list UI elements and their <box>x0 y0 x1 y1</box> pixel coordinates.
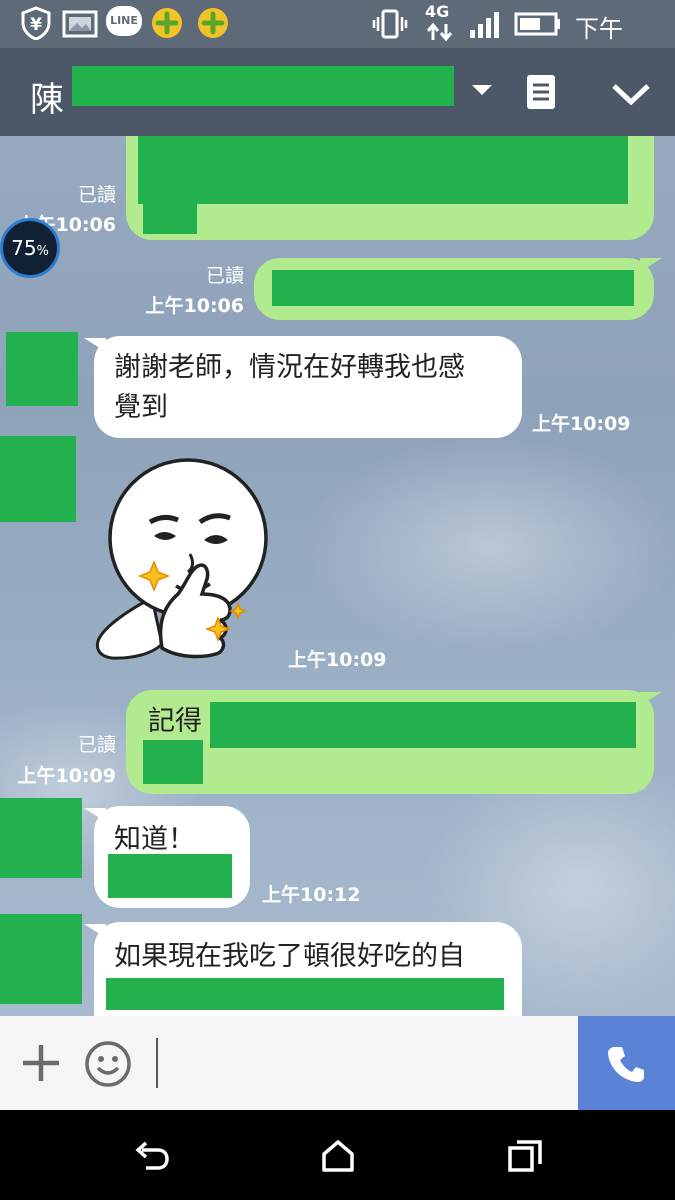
chevron-down-icon[interactable] <box>610 80 652 108</box>
battery-percent-widget[interactable]: 75% <box>0 218 60 278</box>
home-icon[interactable] <box>320 1138 356 1174</box>
line-app-icon: LINE <box>106 6 142 36</box>
redacted-message-text <box>272 270 634 306</box>
redacted-message-text <box>108 854 232 898</box>
battery-widget-value: 75 <box>11 236 37 260</box>
battery-icon <box>514 12 560 36</box>
image-icon <box>62 10 98 38</box>
bubble-tail <box>640 258 662 272</box>
message-time: 上午10:09 <box>288 649 387 671</box>
data-arrows-icon <box>426 22 453 42</box>
sticker-thumbs-up-face[interactable] <box>92 458 274 666</box>
cloud-decoration <box>300 436 675 656</box>
chat-area[interactable]: 已讀 上午10:06 75% 已讀 上午10:06 謝謝老師，情況在好轉我也感 … <box>0 136 675 1016</box>
redacted-message-text <box>143 204 197 234</box>
emoji-icon[interactable] <box>84 1040 132 1088</box>
message-text: 謝謝老師，情況在好轉我也感 <box>114 352 465 383</box>
redacted-message-text <box>138 136 628 204</box>
redacted-message-text <box>210 702 636 748</box>
vibrate-icon <box>372 9 408 39</box>
read-receipt: 已讀 <box>77 734 116 756</box>
battery-widget-percent: % <box>36 244 49 259</box>
recents-icon[interactable] <box>506 1138 544 1174</box>
notes-icon[interactable] <box>524 72 558 112</box>
message-input[interactable] <box>156 1038 556 1088</box>
message-text: 記得 <box>148 706 202 737</box>
shield-yen-icon: ¥ <box>21 6 51 40</box>
redacted-avatar <box>0 914 82 1004</box>
signal-icon <box>470 12 499 38</box>
redacted-avatar <box>6 332 78 406</box>
plus-icon[interactable] <box>20 1042 62 1084</box>
call-button[interactable] <box>578 1016 675 1110</box>
bubble-tail <box>640 692 662 706</box>
message-time: 上午10:12 <box>262 884 361 906</box>
message-time: 上午10:09 <box>532 413 631 435</box>
bubble-tail <box>84 808 106 822</box>
message-time: 上午10:09 <box>17 765 116 787</box>
message-time: 上午10:06 <box>145 295 244 317</box>
redacted-contact-name <box>72 66 454 106</box>
network-type: 4G <box>425 2 450 21</box>
message-input-bar <box>0 1016 675 1110</box>
system-nav-bar <box>0 1110 675 1200</box>
redacted-avatar <box>0 436 76 522</box>
read-receipt: 已讀 <box>205 265 244 287</box>
bubble-tail <box>84 338 106 352</box>
redacted-message-text <box>143 740 203 784</box>
line-app-label: LINE <box>110 14 138 27</box>
plus-app-icon <box>198 8 228 38</box>
redacted-avatar <box>0 798 82 878</box>
read-receipt: 已讀 <box>77 184 116 206</box>
phone-icon <box>608 1047 644 1082</box>
status-bar: ¥ LINE 4G 下午3:22 <box>0 0 675 72</box>
redacted-message-text <box>106 978 504 1010</box>
chat-header: 陳 <box>0 48 675 136</box>
plus-app-icon <box>152 8 182 38</box>
bubble-tail <box>84 924 106 938</box>
svg-text:¥: ¥ <box>30 15 42 35</box>
dropdown-arrow-icon[interactable] <box>470 82 494 98</box>
contact-name[interactable]: 陳 <box>30 72 64 121</box>
message-text: 如果現在我吃了頓很好吃的自 <box>114 941 465 972</box>
back-icon[interactable] <box>134 1140 170 1172</box>
message-text: 覺到 <box>114 392 168 423</box>
